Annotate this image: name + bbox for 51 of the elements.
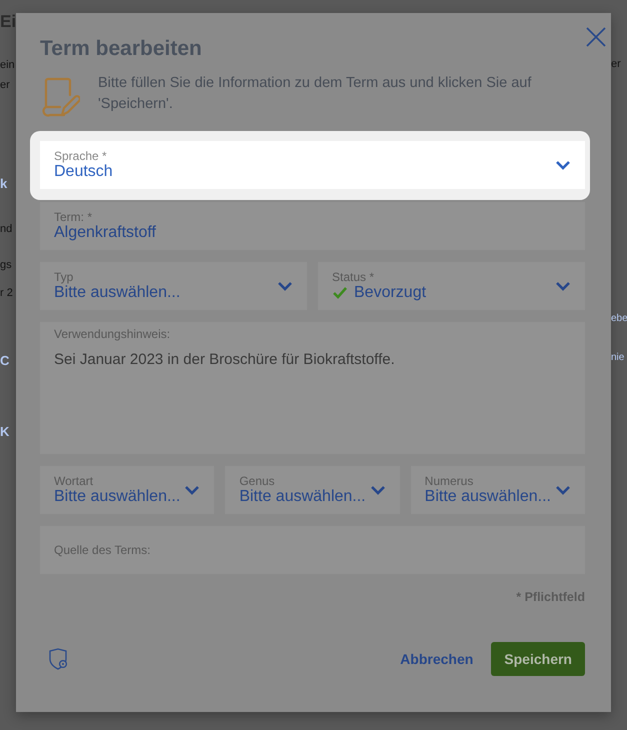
- chevron-down-icon: [554, 484, 571, 496]
- page-text: ein: [0, 59, 16, 71]
- chevron-down-icon: [555, 159, 571, 171]
- page-text: er: [611, 58, 621, 70]
- field-label: Verwendungshinweis:: [54, 327, 172, 341]
- field-label: Typ: [54, 270, 74, 284]
- field-value: Bevorzugt: [354, 284, 426, 302]
- page-text: nd: [0, 223, 14, 235]
- dialog-title: Term bearbeiten: [40, 37, 202, 61]
- check-icon: [332, 286, 348, 300]
- chevron-down-icon: [555, 280, 571, 292]
- instruction-text: Bitte füllen Sie die Information zu dem Term aus und klicken Sie auf 'Speichern'.: [98, 74, 532, 114]
- dropdown-field[interactable]: Typ Bitte auswählen...: [40, 262, 307, 310]
- field-label: Term: *: [54, 210, 94, 224]
- field-label: Wortart: [54, 474, 94, 488]
- input-field[interactable]: Term: * Algenkraftstoff: [40, 202, 585, 250]
- dropdown-field[interactable]: Numerus Bitte auswählen...: [410, 466, 585, 514]
- page-link[interactable]: K: [0, 424, 16, 439]
- chevron-down-icon: [277, 280, 293, 292]
- dropdown-field[interactable]: Status * Bevorzugt: [318, 262, 585, 310]
- dropdown-field[interactable]: Genus Bitte auswählen...: [225, 466, 400, 514]
- page-link[interactable]: k: [0, 176, 16, 191]
- page-link[interactable]: C: [0, 353, 16, 368]
- dropdown-field[interactable]: Sprache * Deutsch: [40, 141, 585, 189]
- dropdown-field[interactable]: Wortart Bitte auswählen...: [40, 466, 214, 514]
- chevron-down-icon: [370, 484, 386, 496]
- page-text: r 2: [0, 287, 14, 299]
- field-label: Sprache *: [54, 149, 108, 163]
- field-label: Quelle des Terms:: [54, 543, 152, 557]
- field-value: Algenkraftstoff: [54, 224, 156, 242]
- chevron-down-icon: [184, 484, 200, 496]
- field-label: Genus: [239, 474, 276, 488]
- document-pencil-icon: [40, 77, 80, 117]
- field-value: Bitte auswählen...: [54, 284, 180, 302]
- field-value: Sei Januar 2023 in der Broschüre für Biokraftstoffe.: [54, 351, 395, 368]
- page-link[interactable]: nie: [611, 352, 624, 363]
- input-field[interactable]: Quelle des Terms:: [40, 526, 585, 574]
- field-value: Deutsch: [54, 163, 113, 181]
- field-value: Bitte auswählen...: [54, 488, 180, 506]
- page-text: er: [0, 79, 11, 91]
- field-value: Bitte auswählen...: [424, 488, 551, 506]
- text-area[interactable]: Verwendungshinweis: Sei Januar 2023 in der Broschüre für Biokraftstoffe.: [40, 322, 585, 454]
- close-button[interactable]: [585, 26, 607, 48]
- close-icon: [585, 26, 607, 48]
- cancel-button[interactable]: Abbrechen: [400, 651, 474, 667]
- field-value: Bitte auswählen...: [239, 488, 366, 506]
- field-label: Numerus: [424, 474, 474, 488]
- field-label: Status *: [332, 270, 376, 284]
- save-button[interactable]: Speichern: [491, 642, 585, 676]
- page-text: gs: [0, 259, 13, 271]
- page-link[interactable]: ebe: [611, 313, 627, 324]
